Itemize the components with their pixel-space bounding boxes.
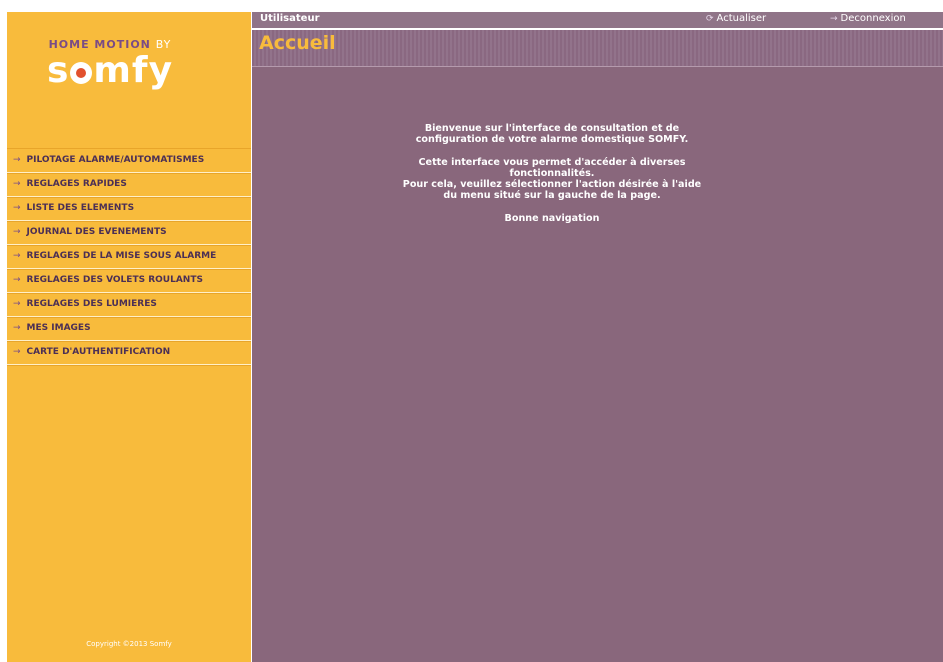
copyright: Copyright ©2013 Somfy — [86, 640, 172, 648]
menu-item-label: REGLAGES RAPIDES — [26, 179, 127, 189]
refresh-label: Actualiser — [716, 13, 767, 24]
arrow-right-icon: → — [13, 251, 21, 261]
menu-item-label: REGLAGES DE LA MISE SOUS ALARME — [26, 251, 217, 261]
menu-item-liste-elements[interactable]: → LISTE DES ELEMENTS — [7, 197, 251, 221]
menu-item-label: JOURNAL DES EVENEMENTS — [26, 227, 167, 237]
menu-item-label: PILOTAGE ALARME/AUTOMATISMES — [26, 155, 205, 165]
somfy-logo: s mfy — [46, 50, 174, 91]
refresh-button[interactable]: ⟳ Actualiser — [706, 13, 766, 24]
menu-item-label: REGLAGES DES VOLETS ROULANTS — [26, 275, 203, 285]
main-content: Bienvenue sur l'interface de consultatio… — [252, 67, 943, 662]
arrow-right-icon: → — [13, 347, 21, 357]
logo-dot-icon — [70, 62, 93, 84]
arrow-right-icon: → — [13, 275, 21, 285]
refresh-icon: ⟳ — [706, 14, 714, 24]
arrow-right-icon: → — [13, 203, 21, 213]
title-bar: Accueil — [252, 30, 943, 67]
menu-item-reglages-rapides[interactable]: → REGLAGES RAPIDES — [7, 173, 251, 197]
sidebar: HOME MOTION BY s mfy → PILOTAGE ALARME/AUT… — [7, 12, 251, 662]
logout-label: Deconnexion — [840, 13, 906, 24]
page-title: Accueil — [259, 32, 336, 54]
arrow-right-icon: → — [13, 299, 21, 309]
user-label: Utilisateur — [260, 13, 320, 24]
menu-item-label: REGLAGES DES LUMIERES — [26, 299, 157, 309]
welcome-paragraph-3: Bonne navigation — [504, 213, 600, 224]
welcome-paragraph-1: Bienvenue sur l'interface de consultatio… — [415, 123, 689, 145]
logout-button[interactable]: → Deconnexion — [830, 13, 906, 24]
arrow-right-icon: → — [13, 323, 21, 333]
brand-block: HOME MOTION BY s mfy — [7, 12, 251, 122]
top-bar: Utilisateur ⟳ Actualiser → Deconnexion — [252, 12, 943, 28]
arrow-right-icon: → — [830, 14, 838, 24]
welcome-message: Bienvenue sur l'interface de consultatio… — [252, 123, 852, 236]
menu-item-label: MES IMAGES — [26, 323, 91, 333]
menu-item-carte[interactable]: → CARTE D'AUTHENTIFICATION — [7, 341, 251, 365]
menu-item-volets[interactable]: → REGLAGES DES VOLETS ROULANTS — [7, 269, 251, 293]
sidebar-menu: → PILOTAGE ALARME/AUTOMATISMES → REGLAGES … — [7, 148, 251, 365]
menu-item-images[interactable]: → MES IMAGES — [7, 317, 251, 341]
menu-item-pilotage[interactable]: → PILOTAGE ALARME/AUTOMATISMES — [7, 149, 251, 173]
menu-item-journal[interactable]: → JOURNAL DES EVENEMENTS — [7, 221, 251, 245]
welcome-paragraph-2: Cette interface vous permet d'accéder à … — [402, 157, 702, 201]
menu-item-lumieres[interactable]: → REGLAGES DES LUMIERES — [7, 293, 251, 317]
app-frame: HOME MOTION BY s mfy → PILOTAGE ALARME/AUT… — [7, 12, 943, 662]
arrow-right-icon: → — [13, 155, 21, 165]
arrow-right-icon: → — [13, 179, 21, 189]
arrow-right-icon: → — [13, 227, 21, 237]
menu-item-label: LISTE DES ELEMENTS — [26, 203, 135, 213]
menu-item-mise-sous-alarme[interactable]: → REGLAGES DE LA MISE SOUS ALARME — [7, 245, 251, 269]
menu-item-label: CARTE D'AUTHENTIFICATION — [26, 347, 171, 357]
